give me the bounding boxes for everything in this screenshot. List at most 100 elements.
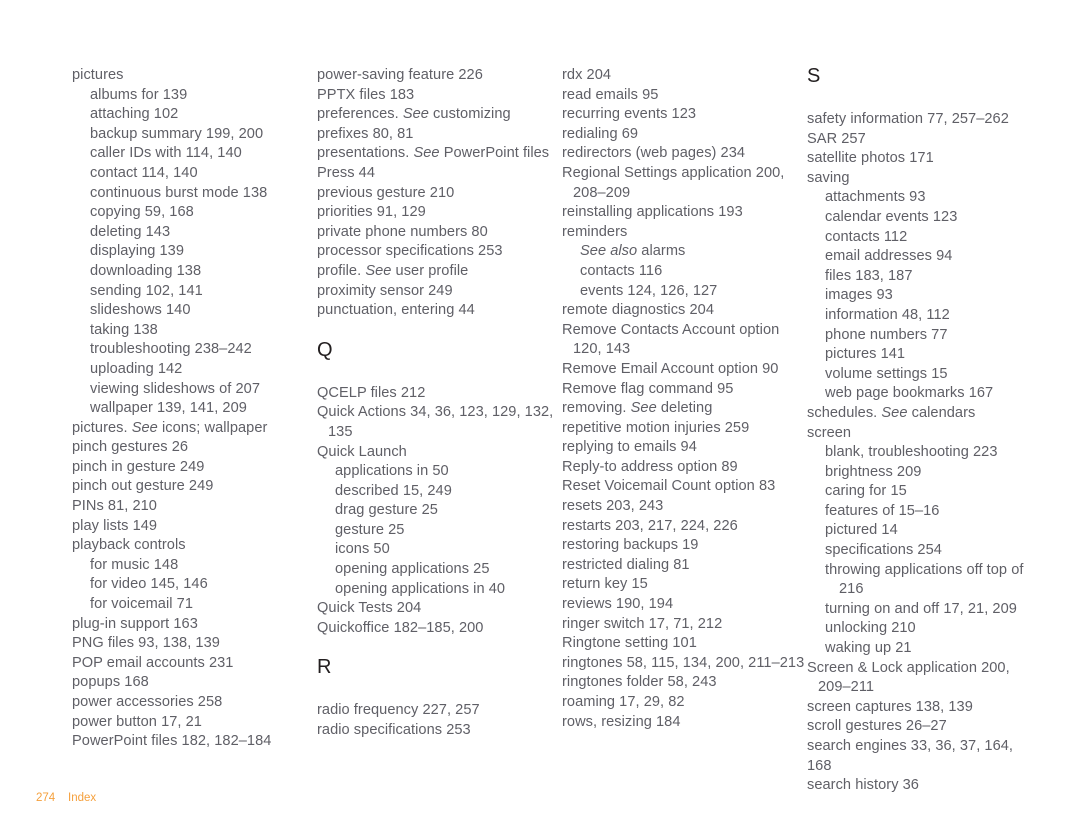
cross-reference-marker: See: [413, 145, 440, 162]
index-entry: gesture 25: [335, 521, 405, 538]
index-entry: attachments 93: [825, 189, 926, 206]
index-entry: attaching 102: [90, 106, 179, 123]
index-entry: sending 102, 141: [90, 282, 203, 299]
index-entry: return key 15: [562, 576, 648, 593]
index-entry-text: removing.: [562, 400, 631, 417]
index-entry: phone numbers 77: [825, 326, 948, 343]
index-entry: for voicemail 71: [90, 596, 193, 613]
index-entry: SAR 257: [807, 130, 866, 147]
section-heading-q: Q: [317, 338, 333, 361]
cross-reference-marker: See: [365, 262, 392, 279]
index-entry-text: calendars: [907, 404, 976, 421]
index-entry: calendar events 123: [825, 208, 958, 225]
index-entry: pinch in gesture 249: [72, 458, 205, 475]
index-entry-text: alarms: [637, 243, 686, 260]
index-columns: pictures albums for 139 attaching 102 backu…: [72, 66, 1024, 796]
index-entry-text: presentations.: [317, 145, 414, 162]
index-entry: play lists 149: [72, 517, 158, 534]
index-entry: PowerPoint files 182, 182–184: [72, 733, 272, 750]
footer-page-number: 274: [36, 792, 56, 804]
section-heading-r: R: [317, 656, 332, 679]
index-entry: icons 50: [335, 541, 390, 558]
index-entry: Ringtone setting 101: [562, 635, 697, 652]
index-entry: applications in 50: [335, 463, 449, 480]
index-entry-text: schedules.: [807, 404, 882, 421]
index-entry: reminders: [562, 223, 628, 240]
index-entry: for music 148: [90, 556, 179, 573]
index-entry: ringtones 58, 115, 134, 200, 211–213: [562, 654, 805, 671]
cross-reference-marker: See: [131, 419, 158, 436]
cross-reference-marker: See: [881, 404, 908, 421]
index-entry: radio frequency 227, 257: [317, 702, 480, 719]
index-entry-text: customizing: [428, 106, 511, 123]
index-entry: Reply-to address option 89: [562, 458, 738, 475]
index-entry: opening applications 25: [335, 561, 490, 578]
index-entry-text: preferences.: [317, 106, 403, 123]
page-footer: 274 Index: [36, 792, 96, 804]
index-entry: slideshows 140: [90, 302, 191, 319]
index-entry: PNG files 93, 138, 139: [72, 635, 220, 652]
index-entry: Quick Launch: [317, 443, 407, 460]
index-entry: punctuation, entering 44: [317, 302, 475, 319]
index-entry-text: pictures.: [72, 419, 132, 436]
section-heading-s: S: [807, 65, 821, 87]
index-entry: information 48, 112: [825, 306, 950, 323]
index-entry: repetitive motion injuries 259: [562, 419, 750, 436]
index-entry: POP email accounts 231: [72, 654, 234, 671]
index-entry-text: profile.: [317, 262, 366, 279]
index-entry: backup summary 199, 200: [90, 125, 264, 142]
index-entry: email addresses 94: [825, 248, 953, 265]
index-entry: QCELP files 212: [317, 384, 426, 401]
index-entry: power accessories 258: [72, 694, 223, 710]
index-entry: reviews 190, 194: [562, 596, 674, 613]
index-entry: contacts 116: [580, 262, 663, 279]
index-entry: Quickoffice 182–185, 200: [317, 619, 484, 636]
index-entry: priorities 91, 129: [317, 204, 426, 221]
index-entry: Reset Voicemail Count option 83: [562, 478, 776, 495]
index-entry: pictures: [72, 67, 124, 83]
index-entry: search engines 33, 36, 37, 164, 168: [807, 738, 1018, 774]
index-entry: playback controls: [72, 537, 186, 554]
index-entry: pinch out gesture 249: [72, 478, 214, 495]
index-entry: deleting 143: [90, 223, 171, 240]
index-entry: restoring backups 19: [562, 537, 699, 554]
index-entry: resets 203, 243: [562, 498, 664, 515]
index-entry: recurring events 123: [562, 106, 697, 123]
index-entry: caller IDs with 114, 140: [90, 145, 242, 162]
index-entry: albums for 139: [90, 86, 188, 103]
index-entry: See also alarms: [562, 242, 807, 262]
cross-reference-marker: See also: [580, 243, 638, 260]
index-entry: Remove flag command 95: [562, 380, 734, 397]
index-entry-text: icons; wallpaper: [157, 419, 268, 436]
index-entry: power button 17, 21: [72, 713, 202, 730]
column-3: rdx 204 read emails 95 recurring events 12…: [562, 66, 807, 732]
index-entry: described 15, 249: [335, 482, 452, 499]
index-entry: rows, resizing 184: [562, 713, 681, 730]
index-entry: screen captures 138, 139: [807, 698, 973, 715]
index-entry: saving: [807, 169, 850, 186]
index-entry: features of 15–16: [825, 502, 940, 519]
index-entry: throwing applications off top of 216: [825, 561, 1028, 598]
index-entry: specifications 254: [825, 542, 942, 559]
index-page: pictures albums for 139 attaching 102 backu…: [0, 0, 1080, 834]
index-entry: contact 114, 140: [90, 164, 198, 181]
index-entry: search history 36: [807, 777, 919, 794]
index-entry: presentations. See PowerPoint files: [317, 144, 562, 164]
index-entry: caring for 15: [825, 483, 907, 500]
index-entry: safety information 77, 257–262: [807, 111, 1009, 127]
index-entry: replying to emails 94: [562, 439, 697, 456]
index-entry: roaming 17, 29, 82: [562, 694, 685, 710]
index-entry: read emails 95: [562, 86, 659, 103]
index-entry: redialing 69: [562, 125, 639, 142]
cross-reference-marker: See: [630, 400, 657, 417]
index-entry: removing. See deleting: [562, 399, 807, 419]
index-entry-text: PowerPoint files: [439, 145, 550, 162]
index-entry: restarts 203, 217, 224, 226: [562, 517, 738, 534]
index-entry: Regional Settings application 200, 208–2…: [562, 164, 789, 201]
index-entry: files 183, 187: [825, 267, 913, 284]
index-entry: web page bookmarks 167: [825, 385, 994, 402]
index-entry: Remove Contacts Account option 120, 143: [562, 321, 784, 358]
index-entry: waking up 21: [825, 640, 912, 657]
index-entry: plug-in support 163: [72, 615, 198, 632]
index-entry: contacts 112: [825, 228, 908, 245]
